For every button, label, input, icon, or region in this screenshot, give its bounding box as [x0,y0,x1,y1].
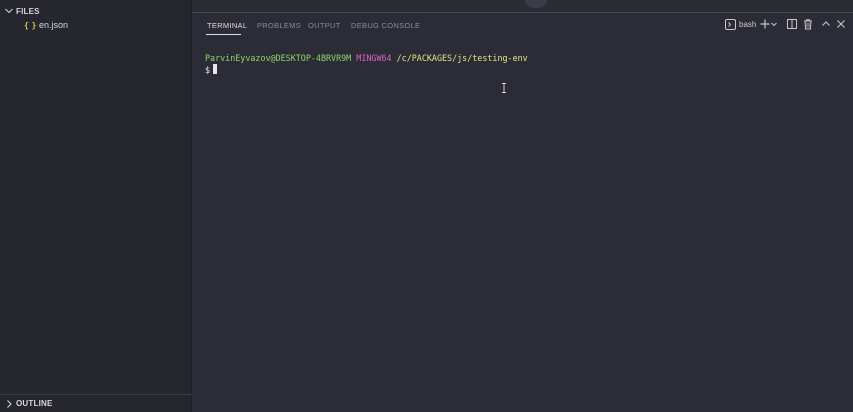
terminal-output[interactable]: ParvinEyvazov@DESKTOP-4BRVR9M MINGW64 /c… [205,52,528,76]
terminal-prompt: $ [205,65,211,75]
trash-icon[interactable] [801,17,815,31]
outline-section-header[interactable]: OUTLINE [0,394,192,412]
terminal-system: MINGW64 [356,53,392,63]
chevron-down-icon[interactable] [769,17,779,31]
terminal-user-host: ParvinEyvazov@DESKTOP-4BRVR9M [205,53,352,63]
chevron-down-icon [5,8,13,14]
file-item-en-json[interactable]: { } en.json [0,17,192,33]
sidebar: FILES { } en.json OUTLINE [0,0,192,412]
file-name: en.json [39,20,69,30]
editor-area-strip [192,0,853,13]
app-window: FILES { } en.json OUTLINE TERMINAL PROBL… [0,0,853,412]
terminal-cwd: /c/PACKAGES/js/testing-env [396,53,528,63]
terminal-cursor [213,64,218,74]
active-tab-indicator [206,34,241,35]
terminal-line-1: ParvinEyvazov@DESKTOP-4BRVR9M MINGW64 /c… [205,52,528,64]
close-icon[interactable] [834,17,848,31]
tab-debug-console[interactable]: DEBUG CONSOLE [351,21,420,30]
split-terminal-icon[interactable] [785,17,799,31]
terminal-selector-label: bash [739,19,757,29]
text-cursor-icon [502,83,506,93]
files-header-label: FILES [16,6,40,16]
tab-problems[interactable]: PROBLEMS [257,21,301,30]
terminal-icon [725,18,736,30]
outline-header-label: OUTLINE [16,399,53,408]
chevron-up-icon[interactable] [819,17,833,31]
tab-output[interactable]: OUTPUT [308,21,341,30]
terminal-line-2: $ [205,64,528,76]
scroll-indicator [525,0,547,8]
chevron-right-icon [7,399,12,408]
terminal-selector[interactable]: bash [725,17,756,31]
json-file-icon: { } [24,20,36,30]
tab-terminal[interactable]: TERMINAL [207,21,247,30]
